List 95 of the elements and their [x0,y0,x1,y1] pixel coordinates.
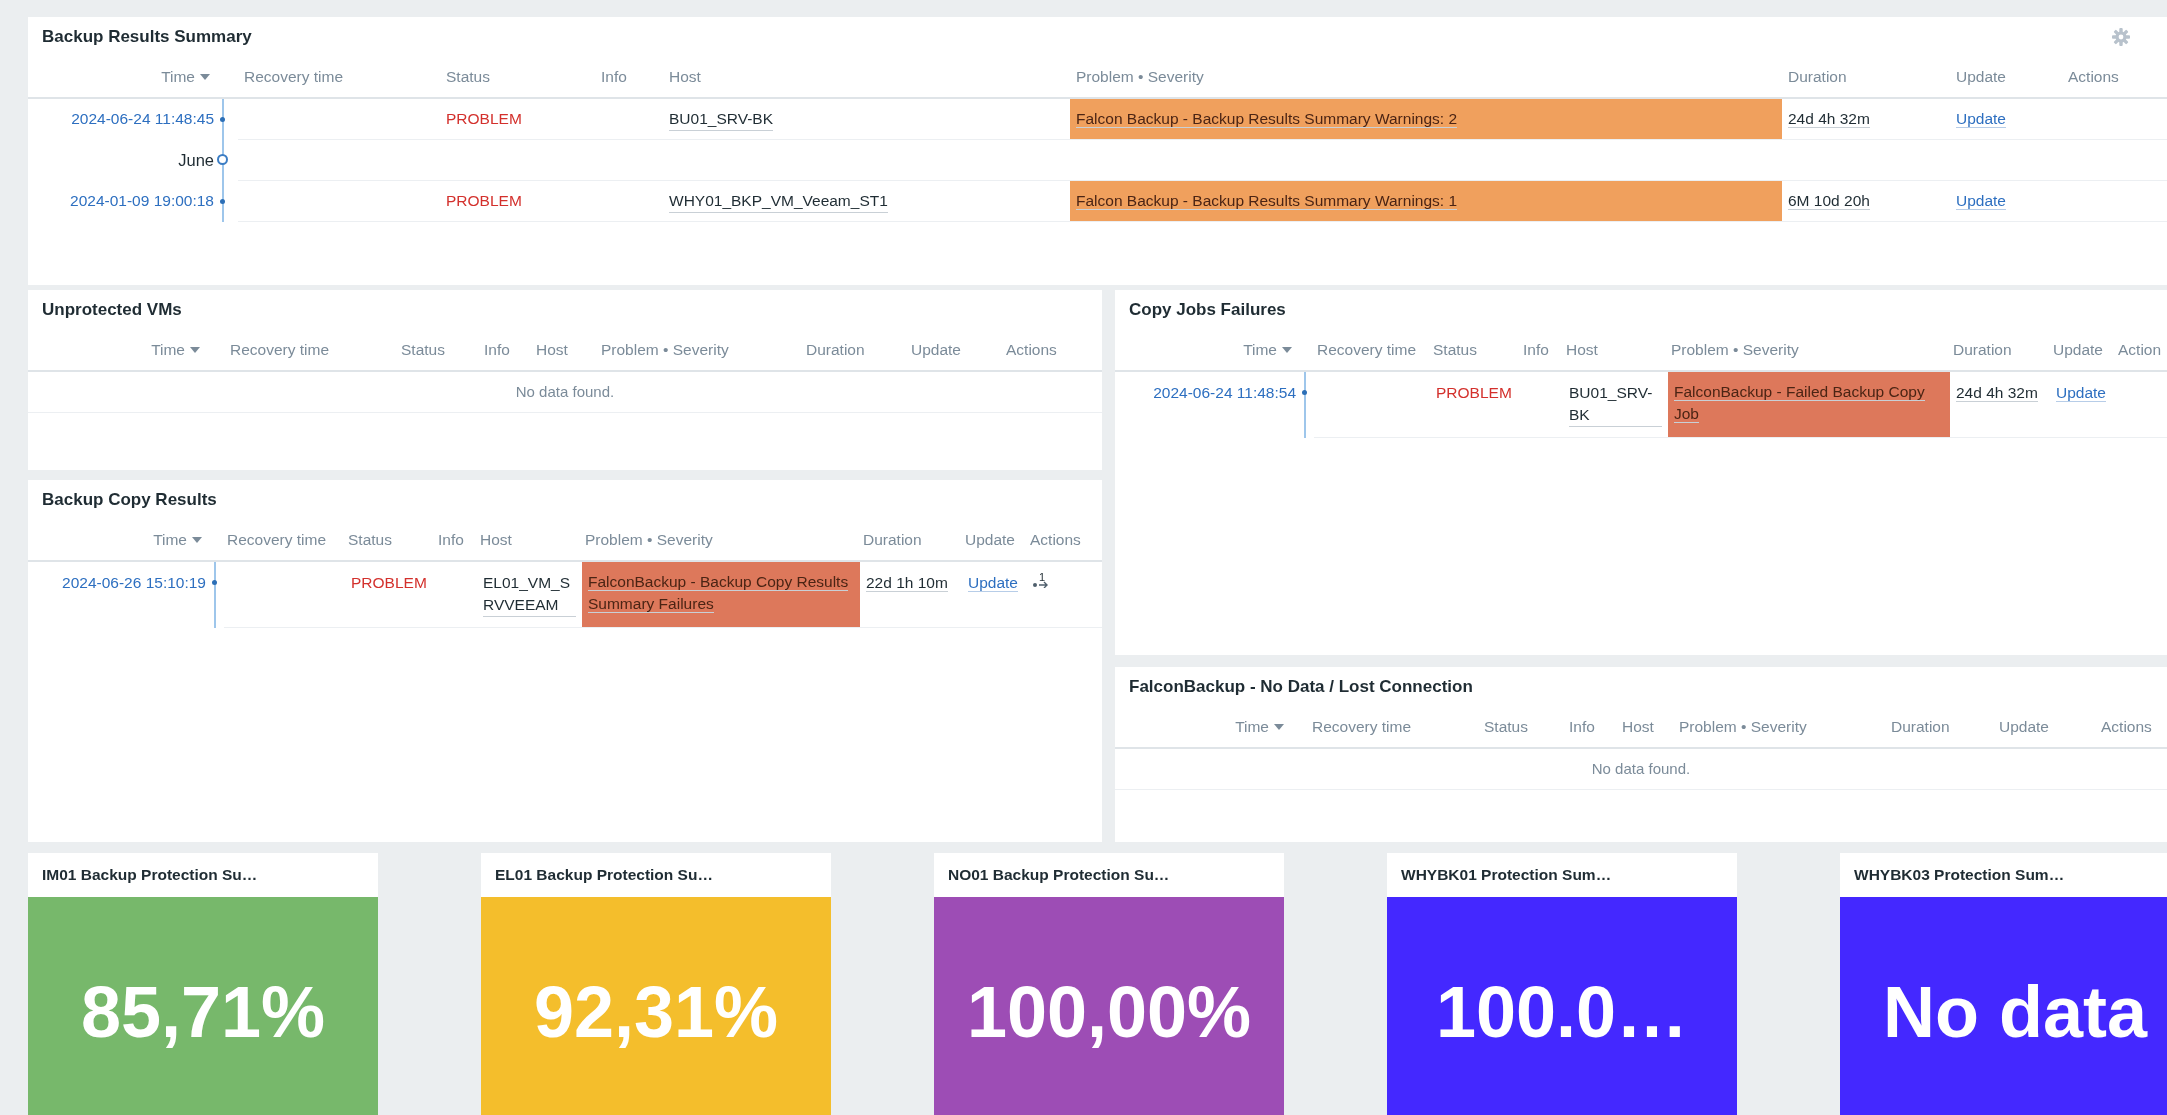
tile-title: EL01 Backup Protection Su… [495,866,713,884]
column-header[interactable]: Actions [2062,68,2167,86]
tile-title: WHYBK01 Protection Sum… [1401,866,1612,884]
problem-cell[interactable]: FalconBackup - Backup Copy Results Summary Failures [582,562,860,628]
widget-title: Copy Jobs Failures [1129,300,1286,320]
column-header[interactable]: Status [1478,718,1563,736]
column-header[interactable]: Status [345,531,435,549]
column-header[interactable]: Actions [1000,341,1102,359]
column-header[interactable]: Problem • Severity [1668,341,1950,359]
action-arrow-icon [1033,580,1049,588]
column-header[interactable]: Info [478,341,530,359]
timeline-dot [220,117,225,122]
timeline-dot [1302,390,1307,395]
timeline-marker [217,154,228,165]
column-header[interactable]: Problem • Severity [582,531,860,549]
column-header[interactable]: Time [28,68,218,86]
column-header[interactable]: Recovery time [1306,718,1478,736]
column-header[interactable]: Host [1616,718,1673,736]
update-link[interactable]: Update [1956,192,2006,210]
update-link[interactable]: Update [2056,384,2106,402]
column-header[interactable]: Duration [860,531,962,549]
tile-value: 100.0… [1435,971,1689,1053]
column-header[interactable]: Actions [2095,718,2167,736]
problem-cell[interactable]: Falcon Backup - Backup Results Summary Warnings: 1 [1070,181,1782,222]
column-header[interactable]: Recovery time [224,341,395,359]
column-header[interactable]: Duration [1950,341,2050,359]
column-header[interactable]: Host [663,68,1070,86]
column-header[interactable]: Info [595,68,663,86]
tile-value: No data [1883,971,2147,1053]
timeline-dot [220,199,225,204]
column-header[interactable]: Duration [1885,718,1993,736]
column-header[interactable]: Time [28,531,210,549]
host-link[interactable]: WHY01_BKP_VM_Veeam_ST1 [669,190,888,213]
month-label: June [177,150,215,171]
column-header[interactable]: Info [1563,718,1616,736]
column-header[interactable]: Recovery time [224,531,345,549]
status-text: PROBLEM [446,110,522,127]
timeline-dot [212,580,217,585]
widget-title: Unprotected VMs [42,300,182,320]
column-header[interactable]: Status [1430,341,1520,359]
column-header[interactable]: Update [905,341,1000,359]
time-link[interactable]: 2024-01-09 19:00:18 [70,192,214,209]
column-header[interactable]: Duration [800,341,905,359]
column-header[interactable]: Status [395,341,478,359]
duration-text: 24d 4h 32m [1956,384,2038,402]
column-header[interactable]: Status [440,68,595,86]
column-header[interactable]: Host [1563,341,1668,359]
update-link[interactable]: Update [968,574,1018,592]
column-header[interactable]: Action [2115,341,2167,359]
host-link[interactable]: EL01_VM_SRVVEEAM [483,572,576,617]
column-header[interactable]: Time [28,341,208,359]
tile-title: WHYBK03 Protection Sum… [1854,866,2065,884]
column-header[interactable]: Time [1115,718,1292,736]
duration-text: 22d 1h 10m [866,574,948,592]
duration-text: 24d 4h 32m [1788,110,1870,128]
column-header[interactable]: Problem • Severity [1070,68,1782,86]
column-header[interactable]: Duration [1782,68,1950,86]
column-header[interactable]: Info [435,531,477,549]
problem-cell[interactable]: FalconBackup - Failed Backup Copy Job [1668,372,1950,438]
time-link[interactable]: 2024-06-26 15:10:19 [62,574,206,591]
tile-value: 100,00% [966,971,1252,1053]
column-header[interactable]: Problem • Severity [595,341,800,359]
update-link[interactable]: Update [1956,110,2006,128]
column-header[interactable]: Host [530,341,595,359]
time-link[interactable]: 2024-06-24 11:48:54 [1153,384,1296,401]
column-header[interactable]: Recovery time [238,68,440,86]
action-count: 1 [1039,572,1046,583]
status-text: PROBLEM [351,574,427,591]
column-header[interactable]: Problem • Severity [1673,718,1885,736]
column-header[interactable]: Recovery time [1314,341,1430,359]
settings-icon[interactable] [2111,27,2131,47]
column-header[interactable]: Info [1520,341,1563,359]
tile-title: NO01 Backup Protection Su… [948,866,1170,884]
empty-message: No data found. [28,372,1102,413]
tile-title: IM01 Backup Protection Su… [42,866,258,884]
tile-value: 85,71% [80,971,326,1053]
column-header[interactable]: Update [1950,68,2062,86]
column-header[interactable]: Update [962,531,1027,549]
empty-message: No data found. [1115,749,2167,790]
host-link[interactable]: BU01_SRV-BK [669,108,773,131]
column-header[interactable]: Actions [1027,531,1102,549]
problem-cell[interactable]: Falcon Backup - Backup Results Summary Warnings: 2 [1070,99,1782,140]
time-link[interactable]: 2024-06-24 11:48:45 [71,110,214,127]
widget-title: FalconBackup - No Data / Lost Connection [1129,677,1473,697]
column-header[interactable]: Update [2050,341,2115,359]
widget-title: Backup Results Summary [42,27,252,47]
host-link[interactable]: BU01_SRV-BK [1569,382,1662,427]
column-header[interactable]: Update [1993,718,2095,736]
widget-title: Backup Copy Results [42,490,217,510]
duration-text: 6M 10d 20h [1788,192,1870,210]
status-text: PROBLEM [446,192,522,209]
status-text: PROBLEM [1436,384,1512,401]
column-header[interactable]: Host [477,531,582,549]
column-header[interactable]: Time [1115,341,1300,359]
tile-value: 92,31% [533,971,779,1053]
